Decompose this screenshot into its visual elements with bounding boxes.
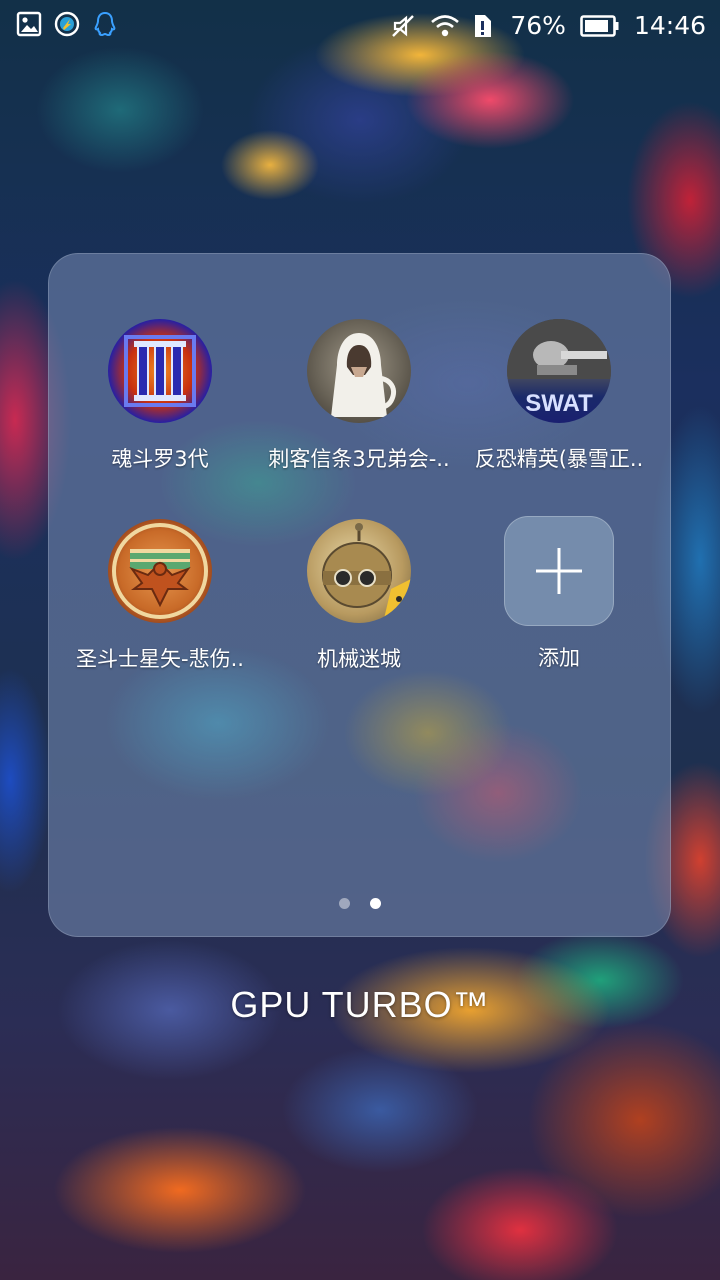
mute-icon [390,13,416,39]
battery-icon [580,13,620,39]
app-contra3[interactable]: 魂斗罗3代 [60,319,260,473]
page-indicator[interactable] [48,898,671,909]
app-folder-panel: 魂斗罗3代 刺客信条3兄弟会-.. SWAT 反恐精英(暴雪正.. 圣斗士星矢-… [48,253,671,937]
folder-title[interactable]: GPU TURBO™ [0,984,720,1026]
svg-text:SWAT: SWAT [525,390,593,417]
page-dot-1[interactable] [338,898,350,909]
app-label: 反恐精英(暴雪正.. [474,447,644,471]
gallery-icon [16,11,42,37]
add-tile[interactable] [504,516,614,626]
battery-percent: 76% [510,11,566,40]
contra3-icon [108,319,212,423]
page-dot-2[interactable] [369,898,381,909]
sim-alert-icon [470,13,496,39]
counter-strike-icon: SWAT [507,319,611,423]
app-assassins-creed[interactable]: 刺客信条3兄弟会-.. [259,319,459,473]
app-label: 机械迷城 [317,647,401,671]
app-saint-seiya[interactable]: 圣斗士星矢-悲伤.. [60,519,260,673]
status-bar: 76% 14:46 [0,0,720,52]
qq-icon [92,11,118,37]
clock: 14:46 [633,11,706,40]
saint-seiya-icon [108,519,212,623]
add-label: 添加 [538,646,580,670]
app-label: 魂斗罗3代 [111,447,209,471]
add-app-button[interactable]: 添加 [459,516,659,672]
assassins-creed-icon [307,319,411,423]
app-label: 圣斗士星矢-悲伤.. [76,647,244,671]
app-counter-strike[interactable]: SWAT 反恐精英(暴雪正.. [459,319,659,473]
plus-icon [536,548,582,594]
app-machinarium[interactable]: 机械迷城 [259,519,459,673]
browser-icon [54,11,80,37]
machinarium-icon [307,519,411,623]
app-label: 刺客信条3兄弟会-.. [268,447,450,471]
wifi-icon [430,13,460,39]
